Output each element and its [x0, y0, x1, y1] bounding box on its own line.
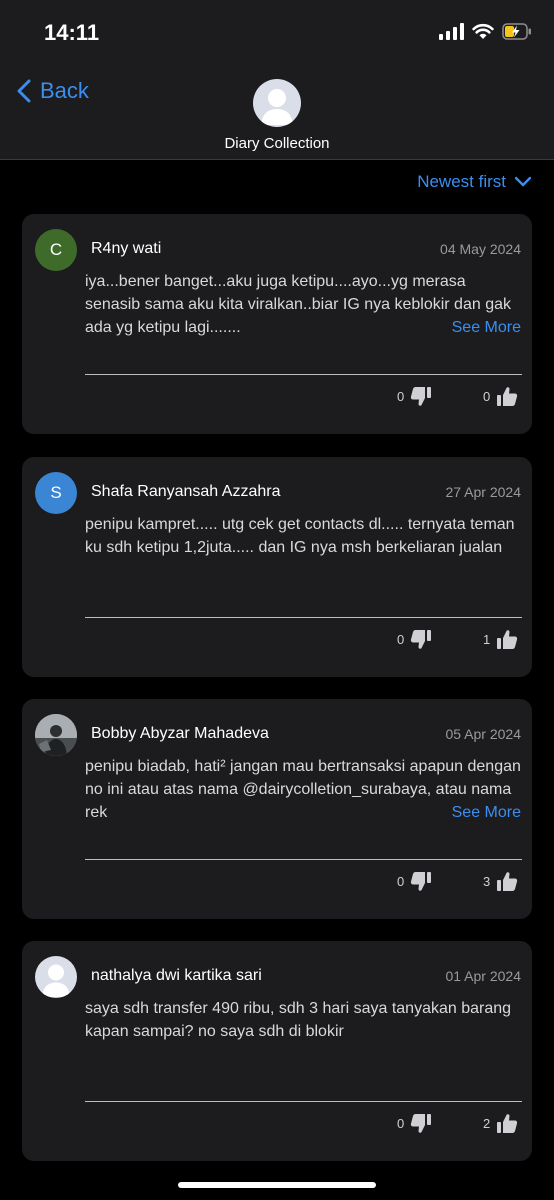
review-card: S Shafa Ranyansah Azzahra 27 Apr 2024 pe… [22, 457, 532, 677]
divider [85, 859, 522, 860]
avatar-initial: C [49, 240, 63, 259]
review-date: 04 May 2024 [440, 241, 521, 257]
reviewer-avatar [35, 956, 77, 998]
back-label: Back [40, 78, 89, 103]
back-button[interactable]: Back [16, 78, 89, 104]
review-card: nathalya dwi kartika sari 01 Apr 2024 sa… [22, 941, 532, 1161]
thumbs-down-icon [411, 630, 432, 649]
battery-charging-icon [502, 22, 531, 40]
like-count: 0 [483, 389, 491, 404]
see-more-link[interactable]: See More [443, 319, 521, 337]
user-placeholder-icon [42, 964, 70, 997]
business-avatar[interactable] [253, 79, 301, 127]
status-bar: 14:11 [0, 0, 554, 66]
like-count: 1 [483, 632, 491, 647]
thumbs-up-icon [497, 387, 518, 406]
cellular-signal-icon [439, 22, 464, 40]
sort-label: Newest first [417, 172, 506, 191]
divider [85, 617, 522, 618]
dislike-button[interactable]: 0 [397, 1113, 432, 1134]
dislike-button[interactable]: 0 [397, 871, 432, 892]
user-placeholder-icon [261, 89, 293, 125]
like-button[interactable]: 0 [483, 386, 518, 407]
review-date: 01 Apr 2024 [445, 968, 521, 984]
status-icons [439, 22, 532, 40]
avatar-initial: S [50, 483, 62, 502]
sort-dropdown[interactable]: Newest first [417, 172, 532, 192]
profile-photo [35, 714, 77, 756]
reviewer-name: Bobby Abyzar Mahadeva [91, 725, 269, 742]
thumbs-down-icon [411, 872, 432, 891]
reviewer-name: R4ny wati [91, 240, 162, 257]
like-button[interactable]: 1 [483, 629, 518, 650]
dislike-button[interactable]: 0 [397, 629, 432, 650]
thumbs-down-icon [411, 1114, 432, 1133]
review-date: 27 Apr 2024 [445, 484, 521, 500]
dislike-count: 0 [397, 632, 405, 647]
home-indicator[interactable] [178, 1182, 376, 1188]
page-title: Diary Collection [224, 135, 330, 152]
reviewer-name: nathalya dwi kartika sari [91, 967, 262, 984]
chevron-down-icon [514, 176, 532, 187]
chevron-left-icon [17, 79, 31, 103]
reviewer-avatar-photo [35, 714, 77, 756]
reviewer-name: Shafa Ranyansah Azzahra [91, 483, 281, 500]
divider [85, 374, 522, 375]
review-text: saya sdh transfer 490 ribu, sdh 3 hari s… [85, 1000, 512, 1040]
like-button[interactable]: 2 [483, 1113, 518, 1134]
review-card: C R4ny wati 04 May 2024 iya...bener bang… [22, 214, 532, 434]
like-button[interactable]: 3 [483, 871, 518, 892]
dislike-button[interactable]: 0 [397, 386, 432, 407]
thumbs-up-icon [497, 630, 518, 649]
thumbs-up-icon [497, 1114, 518, 1133]
like-count: 3 [483, 874, 491, 889]
divider [85, 1101, 522, 1102]
reviewer-avatar: S [35, 472, 77, 514]
dislike-count: 0 [397, 874, 405, 889]
thumbs-up-icon [497, 872, 518, 891]
status-time: 14:11 [44, 20, 100, 45]
like-count: 2 [483, 1116, 491, 1131]
review-card: Bobby Abyzar Mahadeva 05 Apr 2024 penipu… [22, 699, 532, 919]
thumbs-down-icon [411, 387, 432, 406]
wifi-icon [472, 23, 494, 39]
review-date: 05 Apr 2024 [445, 726, 521, 742]
review-text: penipu kampret..... utg cek get contacts… [85, 516, 515, 556]
reviewer-avatar: C [35, 229, 77, 271]
see-more-link[interactable]: See More [443, 804, 521, 822]
navigation-header: Back Diary Collection [0, 66, 554, 160]
dislike-count: 0 [397, 389, 405, 404]
dislike-count: 0 [397, 1116, 405, 1131]
